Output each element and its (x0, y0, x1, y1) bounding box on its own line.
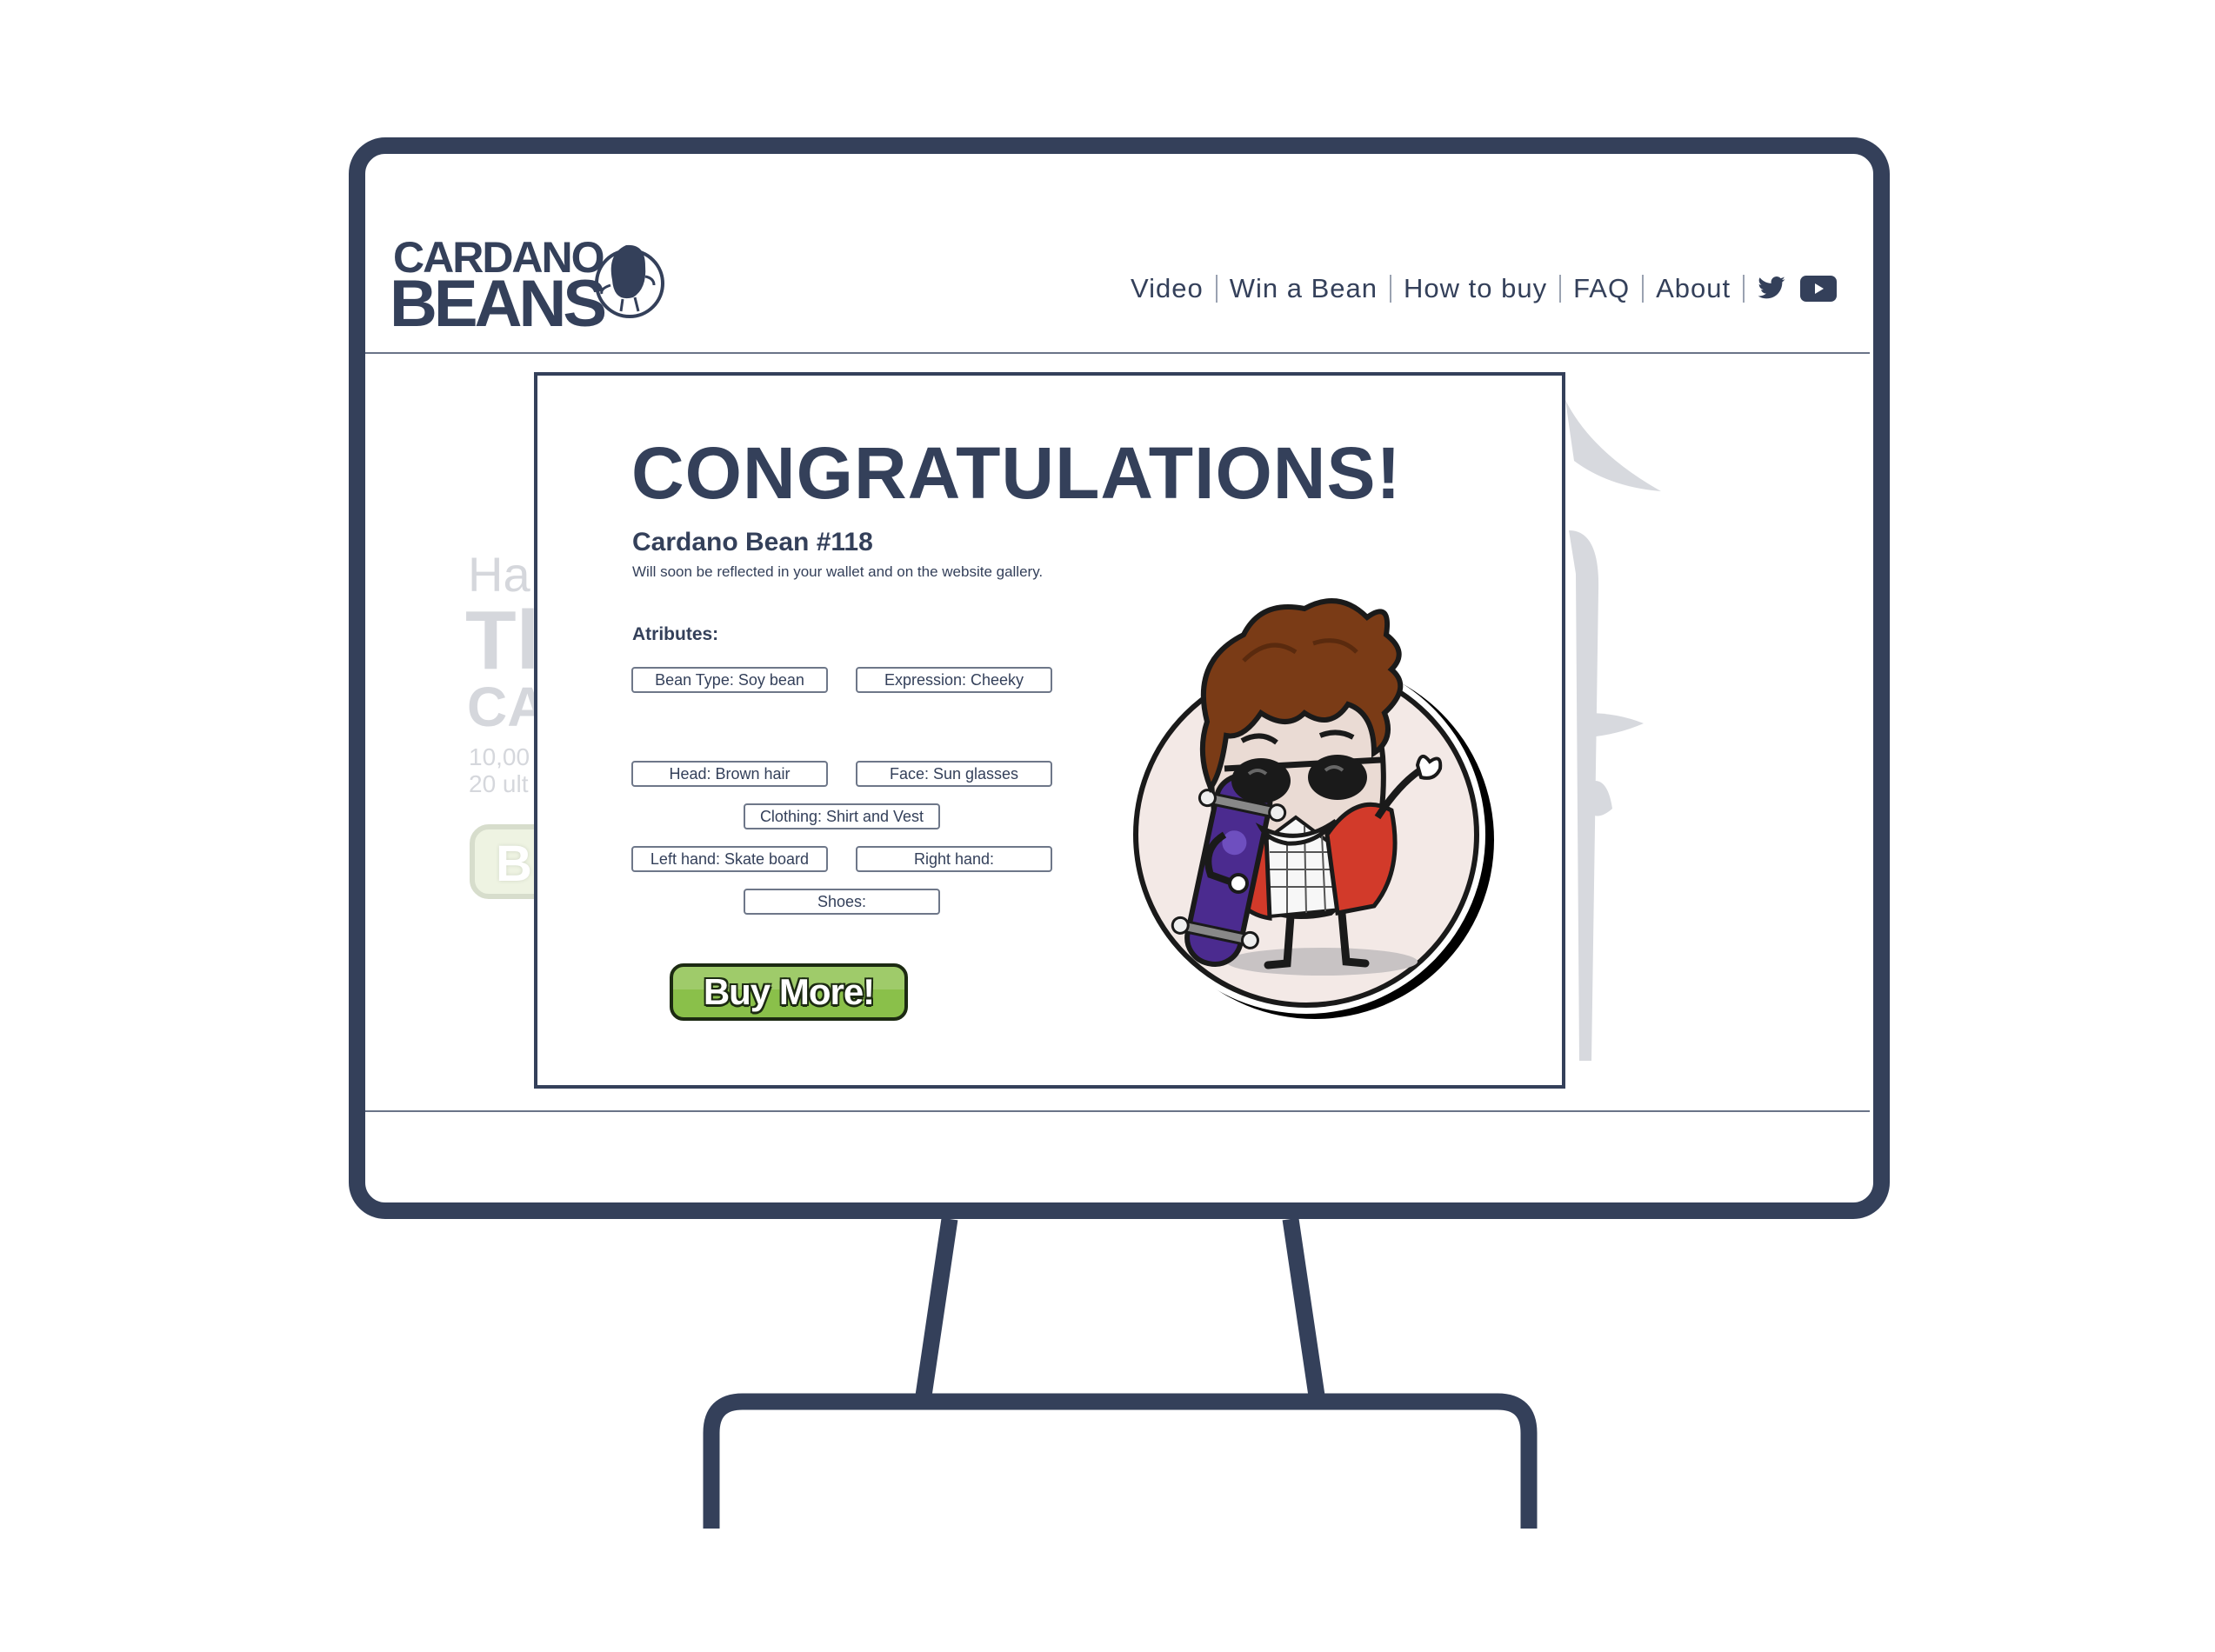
nav-separator (1390, 275, 1391, 303)
nav-separator (1559, 275, 1562, 303)
attribute-right-hand: Right hand: (856, 846, 1052, 872)
nav-win-a-bean[interactable]: Win a Bean (1230, 273, 1378, 304)
buy-more-label: Buy More! (703, 971, 875, 1012)
attribute-face: Face: Sun glasses (856, 761, 1052, 787)
attribute-head: Head: Brown hair (631, 761, 828, 787)
background-text-line: 10,00 (469, 743, 530, 770)
modal-subtitle: Will soon be reflected in your wallet an… (632, 563, 1044, 580)
bean-logo-icon (595, 244, 664, 318)
attribute-left-hand: Left hand: Skate board (631, 846, 828, 872)
nav-faq[interactable]: FAQ (1573, 273, 1630, 304)
footer-divider (365, 1110, 1870, 1112)
background-text-line: 20 ult (469, 770, 529, 797)
logo-text-beans: BEANS (390, 267, 607, 341)
attribute-expression: Expression: Cheeky (856, 667, 1052, 693)
attribute-shoes: Shoes: (744, 889, 940, 915)
nav-about[interactable]: About (1656, 273, 1731, 304)
background-figure-illustration (1565, 400, 1661, 1061)
nav-how-to-buy[interactable]: How to buy (1404, 273, 1547, 304)
header-divider (365, 352, 1870, 354)
nav-video[interactable]: Video (1131, 273, 1204, 304)
bean-name: Cardano Bean #118 (632, 528, 873, 556)
attributes-heading: Atributes: (632, 624, 719, 644)
background-button-label: B (496, 836, 532, 892)
main-nav: Video Win a Bean How to buy FAQ About (1131, 268, 1838, 310)
twitter-icon[interactable] (1757, 276, 1786, 302)
modal-title: CONGRATULATIONS! (631, 432, 1402, 514)
nav-separator (1215, 275, 1218, 303)
buy-more-button[interactable]: Buy More! (670, 963, 908, 1021)
nav-separator (1743, 275, 1745, 303)
youtube-icon[interactable] (1800, 276, 1838, 302)
attribute-bean-type: Bean Type: Soy bean (631, 667, 828, 693)
bean-character-illustration (1127, 598, 1494, 1019)
nav-separator (1642, 275, 1645, 303)
attribute-clothing: Clothing: Shirt and Vest (744, 803, 940, 829)
